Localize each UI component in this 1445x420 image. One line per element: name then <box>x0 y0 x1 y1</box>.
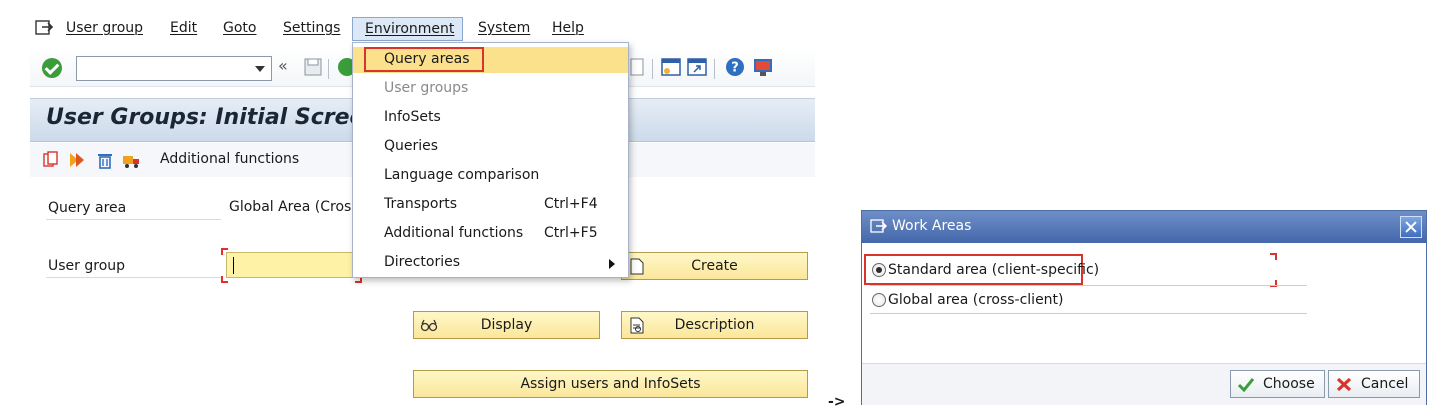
help-icon[interactable]: ? <box>724 56 746 78</box>
menu-user-group[interactable]: User group <box>66 20 143 36</box>
dialog-title-bar: Work Areas <box>862 211 1426 243</box>
menu-option-label: Directories <box>384 254 461 270</box>
toolbar-separator <box>714 59 715 79</box>
label-underline <box>46 219 221 220</box>
work-areas-dialog: Work Areas Standard area (client-specifi… <box>861 210 1427 405</box>
row-divider <box>870 285 1307 286</box>
copy-icon[interactable] <box>42 151 60 169</box>
new-session-icon[interactable] <box>660 56 682 78</box>
menu-bar: User group Edit Goto Settings Environmen… <box>30 13 815 43</box>
choose-button-label: Choose <box>1263 376 1315 392</box>
shortcut-icon[interactable] <box>626 56 648 78</box>
display-glasses-icon <box>420 319 438 332</box>
execute-icon[interactable] <box>68 151 86 169</box>
create-button-label: Create <box>691 258 738 274</box>
menu-option-label: Queries <box>384 138 439 154</box>
menu-option-label: Query areas <box>384 51 470 67</box>
assign-button-label: Assign users and InfoSets <box>520 376 701 392</box>
dialog-menu-icon[interactable] <box>870 218 888 236</box>
description-button[interactable]: Description <box>621 311 808 339</box>
environment-dropdown-menu: Query areas User groups InfoSets Queries… <box>352 42 629 278</box>
save-icon[interactable] <box>302 56 324 78</box>
command-dropdown-icon[interactable] <box>255 66 265 72</box>
required-marker <box>221 276 228 283</box>
menu-goto[interactable]: Goto <box>223 20 256 36</box>
step-arrow: -> <box>828 394 846 410</box>
user-group-input[interactable] <box>226 252 366 278</box>
menu-environment[interactable]: Environment <box>352 17 464 41</box>
cancel-button-label: Cancel <box>1361 376 1409 392</box>
menu-option-language-comparison[interactable]: Language comparison <box>353 163 628 189</box>
cancel-button[interactable]: Cancel <box>1328 370 1420 398</box>
label-underline <box>46 277 221 278</box>
menu-option-label: Transports <box>384 196 457 212</box>
menu-option-query-areas[interactable]: Query areas <box>353 47 628 73</box>
create-button[interactable]: Create <box>621 252 808 280</box>
menu-system[interactable]: System <box>478 20 530 36</box>
radio-button-checked[interactable] <box>872 263 886 277</box>
display-button[interactable]: Display <box>413 311 600 339</box>
menu-option-infosets[interactable]: InfoSets <box>353 105 628 131</box>
dialog-footer: Choose Cancel <box>862 363 1426 405</box>
radio-standard-area[interactable]: Standard area (client-specific) <box>870 259 1099 283</box>
toolbar-separator <box>328 59 329 79</box>
dialog-title: Work Areas <box>892 218 972 234</box>
user-group-label: User group <box>48 258 126 274</box>
menu-option-label: InfoSets <box>384 109 441 125</box>
menu-arrow-icon[interactable] <box>34 18 54 38</box>
display-button-label: Display <box>480 317 533 333</box>
description-icon <box>630 317 644 334</box>
command-field[interactable] <box>76 56 272 81</box>
menu-settings[interactable]: Settings <box>283 20 340 36</box>
choose-button[interactable]: Choose <box>1230 370 1325 398</box>
menu-option-queries[interactable]: Queries <box>353 134 628 160</box>
menu-option-shortcut: Ctrl+F4 <box>544 196 598 212</box>
query-area-value: Global Area (Cross <box>229 199 359 215</box>
required-marker <box>1270 253 1277 260</box>
customize-layout-icon[interactable] <box>752 56 774 78</box>
menu-edit[interactable]: Edit <box>170 20 197 36</box>
collapse-icon[interactable]: « <box>278 56 288 75</box>
radio-button-unchecked[interactable] <box>872 293 886 307</box>
radio-label: Standard area (client-specific) <box>888 262 1100 278</box>
close-icon[interactable] <box>1400 216 1422 238</box>
text-caret <box>233 257 234 274</box>
cancel-x-icon <box>1336 377 1352 392</box>
menu-option-shortcut: Ctrl+F5 <box>544 225 598 241</box>
create-shortcut-icon[interactable] <box>686 56 708 78</box>
toolbar-separator <box>652 59 653 79</box>
assign-users-infosets-button[interactable]: Assign users and InfoSets <box>413 370 808 398</box>
menu-option-label: Language comparison <box>384 167 540 183</box>
menu-option-label: User groups <box>384 80 469 96</box>
menu-option-directories[interactable]: Directories <box>353 250 628 276</box>
submenu-arrow-icon <box>609 259 615 269</box>
delete-icon[interactable] <box>96 151 114 169</box>
required-marker <box>221 248 228 255</box>
transport-icon[interactable] <box>122 151 140 169</box>
menu-option-user-groups: User groups <box>353 76 628 102</box>
query-area-label: Query area <box>48 200 127 216</box>
row-divider <box>870 313 1307 314</box>
svg-text:?: ? <box>731 61 739 76</box>
menu-option-label: Additional functions <box>384 225 524 241</box>
radio-global-area[interactable]: Global area (cross-client) <box>870 289 1080 313</box>
create-icon <box>630 258 644 275</box>
menu-option-transports[interactable]: Transports Ctrl+F4 <box>353 192 628 218</box>
page-title: User Groups: Initial Scree <box>46 105 365 130</box>
menu-option-additional-functions[interactable]: Additional functions Ctrl+F5 <box>353 221 628 247</box>
menu-help[interactable]: Help <box>552 20 584 36</box>
enter-check-icon[interactable] <box>42 58 62 78</box>
description-button-label: Description <box>674 317 755 333</box>
additional-functions-button[interactable]: Additional functions <box>160 151 299 167</box>
checkmark-icon <box>1237 378 1255 393</box>
radio-label: Global area (cross-client) <box>888 292 1064 308</box>
